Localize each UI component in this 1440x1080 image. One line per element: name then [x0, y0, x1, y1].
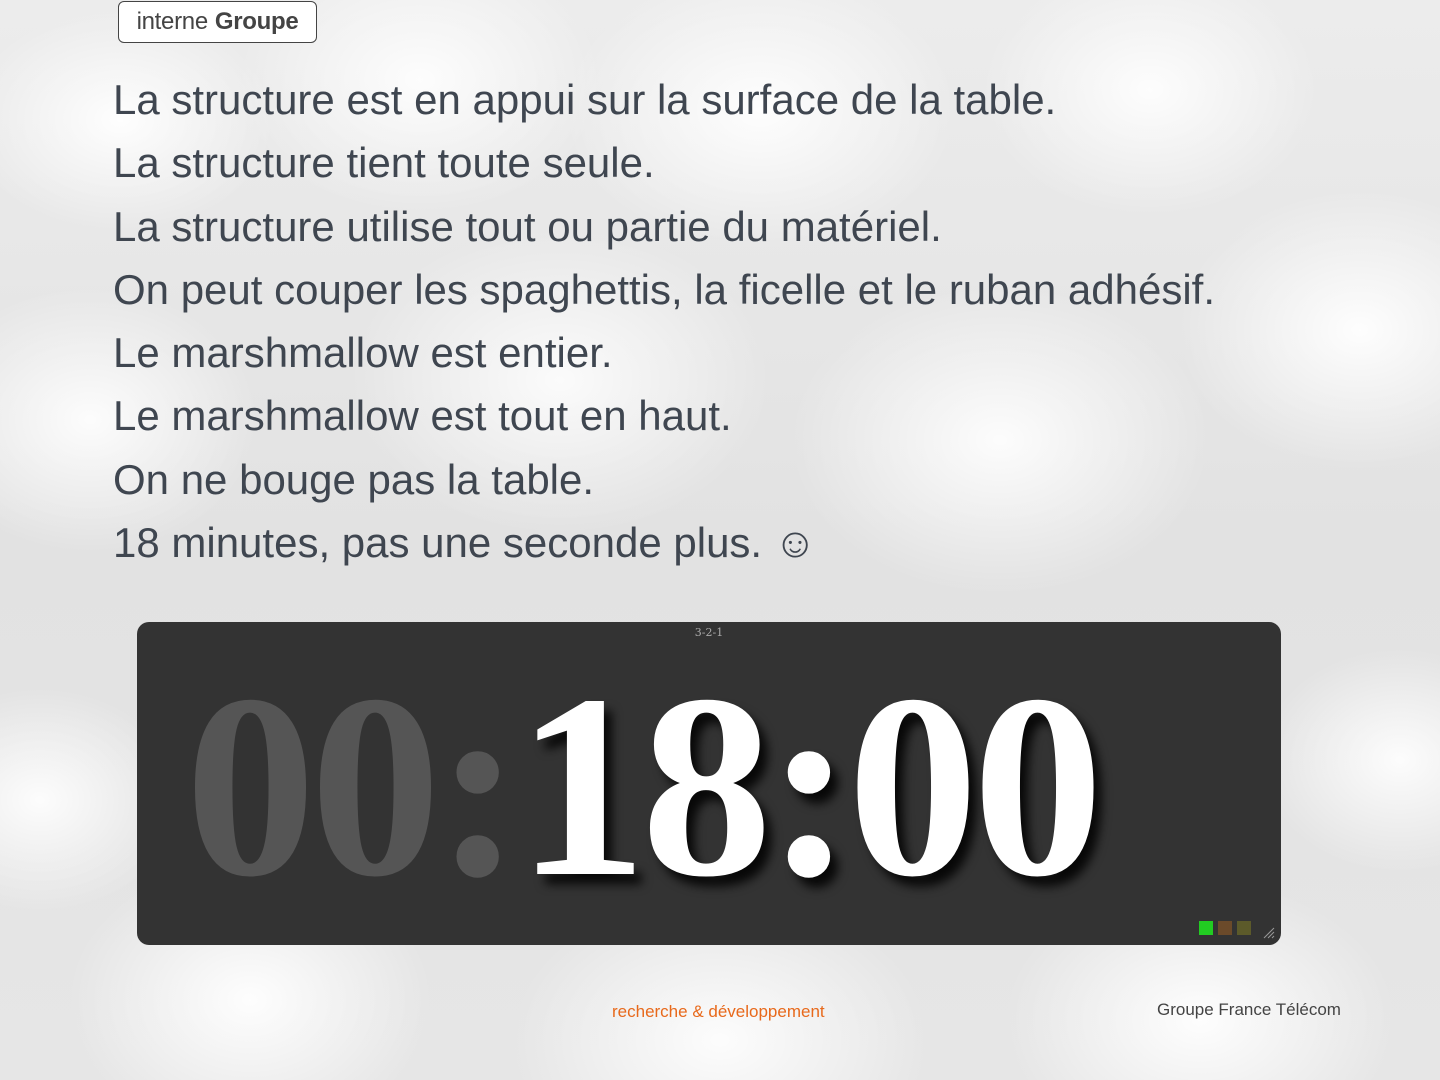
status-indicators — [1199, 921, 1251, 935]
footer-rd-label: recherche & développement — [612, 1002, 825, 1021]
countdown-timer-window[interactable]: 3-2-1 00:18:00 — [137, 622, 1281, 945]
badge-light-text: interne — [136, 8, 209, 35]
rule-item: Le marshmallow est entier. — [113, 329, 613, 377]
timer-window-title: 3-2-1 — [694, 626, 724, 639]
interne-groupe-badge: interne Groupe — [118, 1, 317, 43]
rule-item: Le marshmallow est tout en haut. — [113, 392, 732, 440]
timer-display: 00:18:00 — [185, 646, 1104, 926]
rule-item: La structure est en appui sur la surface… — [113, 76, 1057, 123]
resize-grip-icon[interactable] — [1263, 927, 1275, 939]
rule-item: 18 minutes, pas une seconde plus. ☺ — [113, 519, 817, 567]
rules-list: La structure est en appui sur la surface… — [113, 68, 1215, 574]
timer-hours: 00 — [185, 641, 441, 931]
rule-item: On ne bouge pas la table. — [113, 455, 595, 503]
badge-bold-text: Groupe — [214, 8, 299, 35]
rule-item: On peut couper les spaghettis, la ficell… — [113, 265, 1216, 313]
status-indicator-olive[interactable] — [1237, 921, 1251, 935]
rule-item: La structure utilise tout ou partie du m… — [113, 202, 942, 250]
footer-company-label: Groupe France Télécom — [1157, 1000, 1341, 1019]
timer-separator: : — [435, 641, 522, 931]
status-indicator-brown[interactable] — [1218, 921, 1232, 935]
timer-minutes-seconds: 18:00 — [516, 641, 1103, 931]
status-indicator-green[interactable] — [1199, 921, 1213, 935]
rule-item: La structure tient toute seule. — [113, 139, 655, 187]
